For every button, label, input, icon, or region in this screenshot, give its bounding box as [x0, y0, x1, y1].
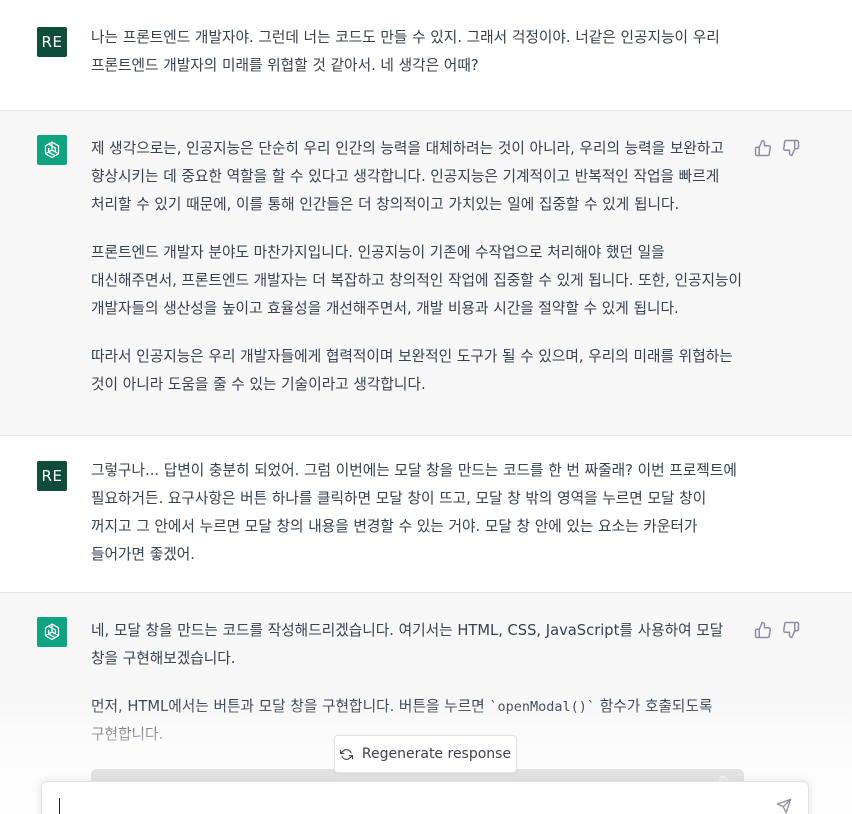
text-caret — [59, 798, 60, 814]
prompt-input[interactable] — [56, 794, 756, 814]
thumbs-up-icon[interactable] — [754, 139, 772, 157]
refresh-icon — [339, 748, 353, 760]
user-avatar: RE — [37, 27, 67, 57]
message-text: 나는 프론트엔드 개발자야. 그런데 너는 코드도 만들 수 있지. 그래서 걱… — [91, 24, 747, 80]
message-paragraph: 그렇구나... 답변이 충분히 되었어. 그럼 이번에는 모달 창을 만드는 코… — [91, 462, 737, 563]
inline-code: `openModal()` — [489, 699, 596, 715]
thumbs-down-icon[interactable] — [782, 621, 800, 639]
message-text: 네, 모달 창을 만드는 코드를 작성해드리겠습니다. 여기서는 HTML, C… — [91, 617, 747, 749]
feedback-controls — [754, 139, 800, 157]
thumbs-up-icon[interactable] — [754, 621, 772, 639]
message-assistant: 제 생각으로는, 인공지능은 단순히 우리 인간의 능력을 대체하려는 것이 아… — [0, 111, 852, 436]
message-composer — [41, 781, 809, 814]
message-paragraph: 나는 프론트엔드 개발자야. 그런데 너는 코드도 만들 수 있지. 그래서 걱… — [91, 29, 720, 74]
message-paragraph: 네, 모달 창을 만드는 코드를 작성해드리겠습니다. 여기서는 HTML, C… — [91, 622, 724, 667]
text-run: 먼저, HTML에서는 버튼과 모달 창을 구현합니다. 버튼을 누르면 — [91, 698, 490, 715]
assistant-avatar — [37, 135, 67, 165]
message-paragraph: 프론트엔드 개발자 분야도 마찬가지입니다. 인공지능이 기존에 수작업으로 처… — [91, 244, 743, 317]
message-text: 그렇구나... 답변이 충분히 되었어. 그럼 이번에는 모달 창을 만드는 코… — [91, 457, 747, 569]
message-user: RE 나는 프론트엔드 개발자야. 그런데 너는 코드도 만들 수 있지. 그래… — [0, 0, 852, 111]
assistant-avatar — [37, 617, 67, 647]
thumbs-down-icon[interactable] — [782, 139, 800, 157]
openai-logo-icon — [44, 141, 60, 159]
avatar-initials: RE — [41, 467, 63, 485]
message-paragraph: 제 생각으로는, 인공지능은 단순히 우리 인간의 능력을 대체하려는 것이 아… — [91, 140, 724, 213]
avatar-initials: RE — [41, 33, 63, 51]
conversation-thread: RE 나는 프론트엔드 개발자야. 그런데 너는 코드도 만들 수 있지. 그래… — [0, 0, 852, 814]
user-avatar: RE — [37, 461, 67, 491]
openai-logo-icon — [44, 623, 60, 641]
message-user: RE 그렇구나... 답변이 충분히 되었어. 그럼 이번에는 모달 창을 만드… — [0, 436, 852, 593]
send-icon[interactable] — [776, 798, 794, 814]
regenerate-response-button[interactable]: Regenerate response — [334, 735, 517, 773]
regenerate-label: Regenerate response — [361, 746, 512, 762]
message-text: 제 생각으로는, 인공지능은 단순히 우리 인간의 능력을 대체하려는 것이 아… — [91, 135, 747, 399]
feedback-controls — [754, 621, 800, 639]
message-paragraph: 따라서 인공지능은 우리 개발자들에게 협력적이며 보완적인 도구가 될 수 있… — [91, 348, 733, 393]
